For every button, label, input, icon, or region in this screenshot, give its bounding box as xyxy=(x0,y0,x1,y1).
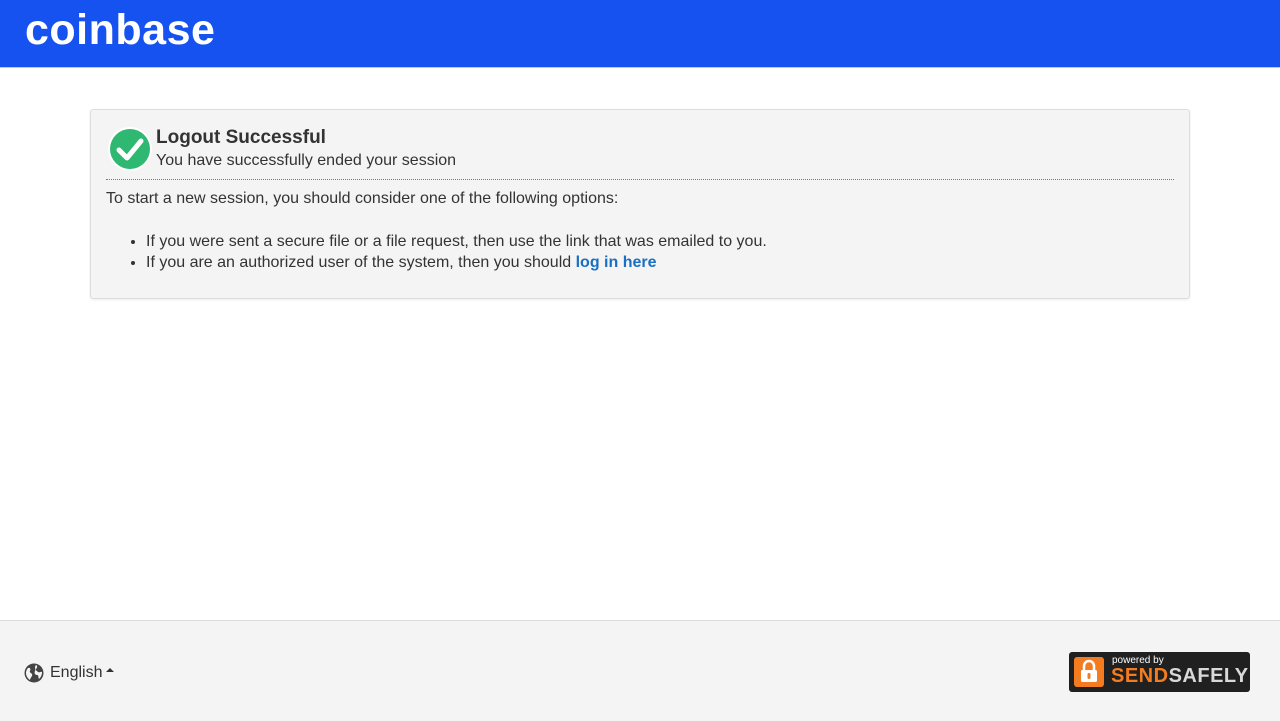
option-text-secure-file: If you were sent a secure file or a file… xyxy=(146,233,767,250)
language-selector[interactable]: English xyxy=(24,663,115,683)
login-link[interactable]: log in here xyxy=(576,254,657,271)
intro-text: To start a new session, you should consi… xyxy=(106,190,619,207)
logout-panel: Logout Successful You have successfully … xyxy=(90,109,1190,299)
globe-icon xyxy=(24,663,44,683)
lock-icon xyxy=(1074,657,1104,687)
footer: English powered by SENDSAFELY xyxy=(0,620,1280,721)
coinbase-logo[interactable]: coinbase xyxy=(25,6,215,55)
caret-up-icon xyxy=(106,668,115,672)
options-list: If you were sent a secure file or a file… xyxy=(106,231,767,273)
sendsafely-wordmark: SENDSAFELY xyxy=(1111,665,1249,688)
page-title: Logout Successful xyxy=(156,127,326,148)
language-label: English xyxy=(50,664,103,681)
brand-send: SEND xyxy=(1111,665,1169,687)
brand-safely: SAFELY xyxy=(1168,665,1249,687)
top-header: coinbase xyxy=(0,0,1280,68)
page-subtitle: You have successfully ended your session xyxy=(156,152,457,169)
divider xyxy=(106,179,1174,180)
list-item: If you are an authorized user of the sys… xyxy=(146,252,767,273)
option-text-authorized-user: If you are an authorized user of the sys… xyxy=(146,254,576,271)
sendsafely-badge[interactable]: powered by SENDSAFELY xyxy=(1069,652,1250,692)
list-item: If you were sent a secure file or a file… xyxy=(146,231,767,252)
check-circle-icon xyxy=(108,127,152,171)
